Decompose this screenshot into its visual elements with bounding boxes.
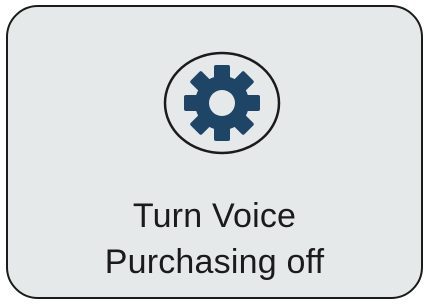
tile-label-line-1: Turn Voice	[132, 197, 297, 235]
turn-voice-purchasing-off-button[interactable]: Turn Voice Purchasing off	[6, 5, 423, 299]
gear-icon	[162, 51, 282, 155]
tile-label-line-2: Purchasing off	[104, 243, 325, 281]
tile-label: Turn Voice Purchasing off	[8, 193, 421, 285]
